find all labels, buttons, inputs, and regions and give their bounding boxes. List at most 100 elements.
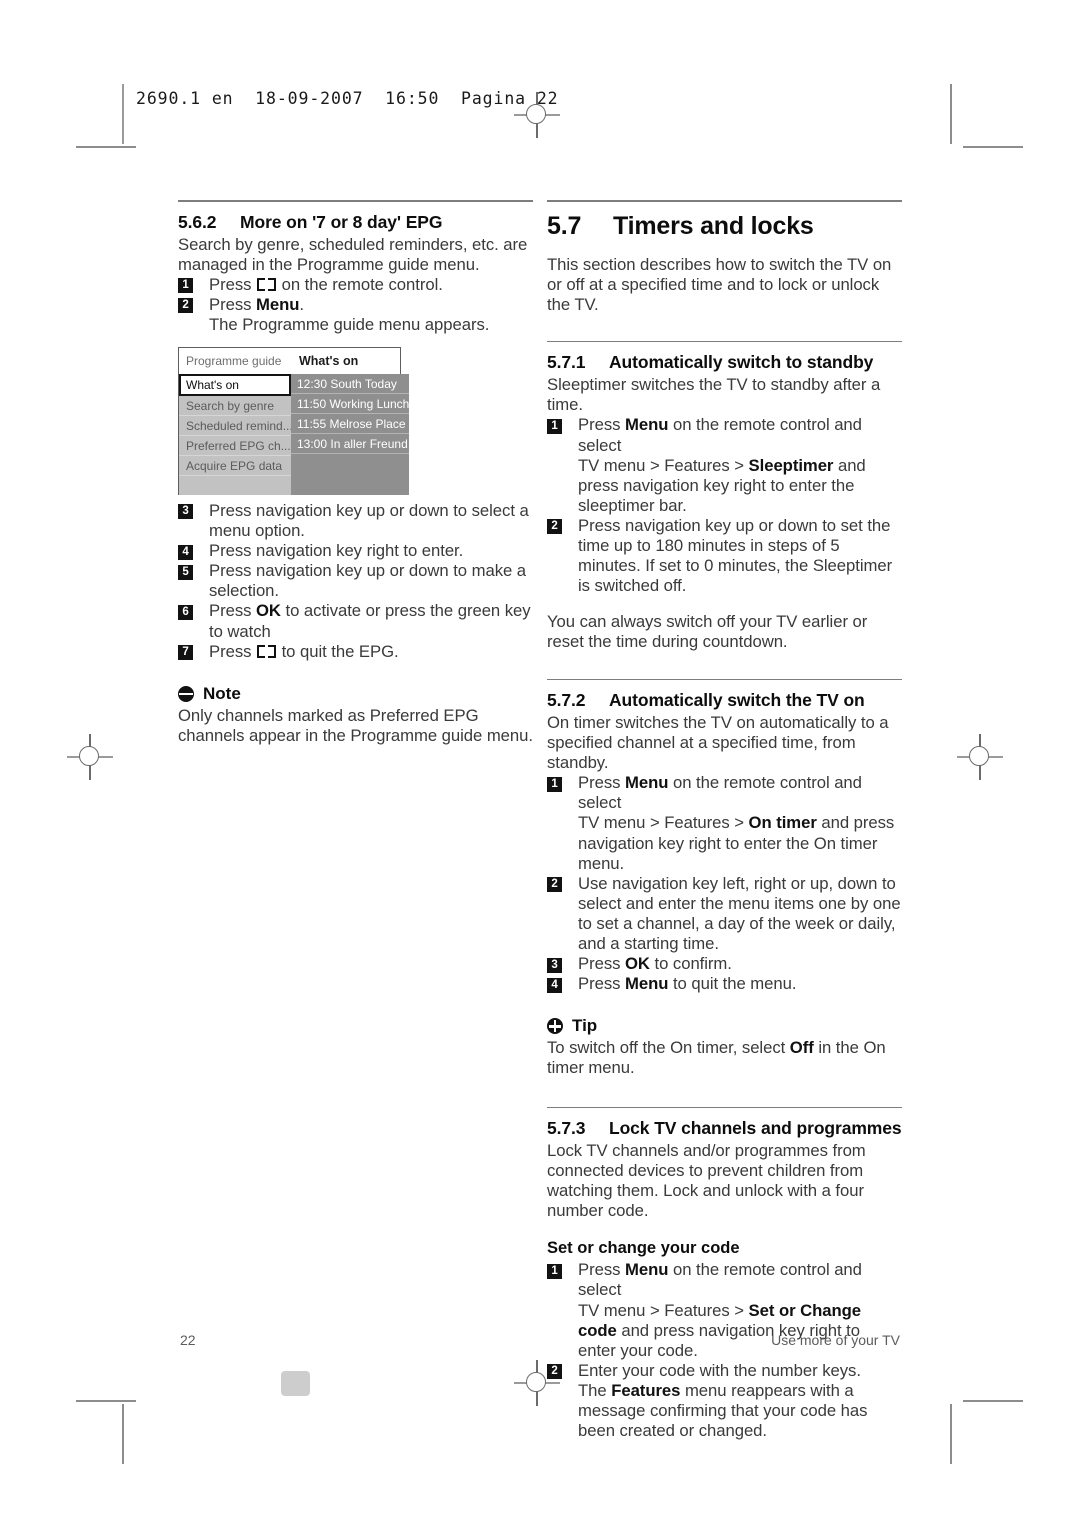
note-icon — [178, 685, 194, 702]
menu-key-label: Menu — [625, 1260, 669, 1280]
epg-menu-item-scheduled-reminders[interactable]: Scheduled remind... — [179, 416, 291, 436]
section-571-steps: Press Menu on the remote control and sel… — [547, 415, 902, 596]
epg-programme-item[interactable]: 12:30 South Today — [291, 374, 410, 394]
step-text: Press navigation key up or down to selec… — [209, 500, 529, 541]
crop-mark-bottom-left-vertical — [122, 1404, 124, 1464]
epg-menu-item-preferred-epg-channels[interactable]: Preferred EPG ch... — [179, 436, 291, 456]
tip-callout: Tip To switch off the On timer, select O… — [547, 1016, 902, 1078]
step-continuation: The Features menu reappears with a messa… — [578, 1381, 902, 1441]
page-number: 22 — [180, 1332, 196, 1348]
step-text: TV menu > Features > — [578, 1300, 749, 1320]
epg-menu-item-search-by-genre[interactable]: Search by genre — [179, 396, 291, 416]
section-573-intro: Lock TV channels and/or programmes from … — [547, 1141, 866, 1221]
note-text: Only channels marked as Preferred EPG ch… — [178, 705, 533, 745]
section-573-steps: Press Menu on the remote control and sel… — [547, 1260, 902, 1441]
step-continuation: TV menu > Features > Set or Change code … — [578, 1301, 902, 1361]
tip-icon — [547, 1018, 563, 1035]
chapter-footer-label: Use more of your TV — [771, 1332, 900, 1348]
chapter-divider — [547, 200, 902, 202]
step-text: to quit the EPG. — [277, 641, 399, 661]
section-571-intro: Sleeptimer switches the TV to standby af… — [547, 375, 881, 415]
chapter-57-number: 5.7 — [547, 211, 582, 240]
section-571-outro: You can always switch off your TV earlie… — [547, 612, 868, 652]
crop-mark-bottom-right-horizontal — [963, 1400, 1023, 1402]
step-item: Use navigation key left, right or up, do… — [547, 874, 902, 954]
section-571-number: 5.7.1 — [547, 352, 586, 373]
sleeptimer-menu-label: Sleeptimer — [748, 455, 834, 475]
note-heading: Note — [178, 684, 533, 704]
step-item: Press Menu to quit the menu. — [547, 974, 902, 994]
note-label: Note — [203, 683, 241, 703]
section-571-title: Automatically switch to standby — [609, 352, 874, 373]
step-text: Press — [209, 601, 256, 621]
epg-menu-item-acquire-epg-data[interactable]: Acquire EPG data — [179, 456, 291, 476]
crop-mark-top-left-horizontal — [76, 146, 136, 148]
step-text: Press — [578, 1260, 625, 1280]
section-572-intro: On timer switches the TV on automaticall… — [547, 713, 889, 773]
epg-programme-list: 12:30 South Today 11:50 Working Lunch 11… — [291, 374, 410, 495]
section-573-heading: 5.7.3 Lock TV channels and programmes — [547, 1118, 902, 1139]
tip-label: Tip — [572, 1016, 598, 1036]
step-text: TV menu > Features > — [578, 813, 749, 833]
step-continuation: The Programme guide menu appears. — [209, 314, 490, 334]
epg-programme-item[interactable]: 13:00 In aller Freund — [291, 434, 410, 454]
epg-title-left: Programme guide — [186, 353, 282, 368]
print-slug: 2690.1 en 18-09-2007 16:50 Pagina 22 — [136, 89, 559, 108]
book-icon — [257, 644, 276, 658]
crop-mark-top-right-vertical — [950, 84, 952, 144]
chapter-57-title: Timers and locks — [613, 211, 814, 240]
step-text: Press — [578, 773, 625, 793]
step-item: Press navigation key right to enter. — [178, 541, 533, 561]
epg-menu-list: What's on Search by genre Scheduled remi… — [179, 374, 291, 495]
epg-programme-item[interactable]: 11:55 Melrose Place — [291, 414, 410, 434]
step-text: Press — [578, 974, 625, 994]
step-item: Press OK to activate or press the green … — [178, 601, 533, 641]
step-item: Press navigation key up or down to make … — [178, 561, 533, 601]
step-text: Press navigation key right to enter. — [209, 541, 464, 561]
epg-menu-item-whats-on[interactable]: What's on — [179, 374, 291, 396]
chapter-57-intro: This section describes how to switch the… — [547, 254, 892, 314]
section-572-number: 5.7.2 — [547, 690, 586, 710]
section-573-divider — [547, 1106, 902, 1108]
book-icon — [257, 277, 276, 291]
menu-key-label: Menu — [625, 415, 669, 435]
step-text: Press — [578, 415, 625, 435]
step-item: Press navigation key up or down to set t… — [547, 516, 902, 596]
registration-mark-left — [67, 734, 113, 780]
step-text: Enter your code with the number keys. — [578, 1360, 861, 1380]
crop-mark-bottom-right-vertical — [950, 1404, 952, 1464]
slug-divider — [122, 84, 124, 144]
epg-programme-item[interactable]: 11:50 Working Lunch — [291, 394, 410, 414]
step-item: Press Menu on the remote control and sel… — [547, 773, 902, 873]
section-562-number: 5.6.2 — [178, 211, 217, 232]
epg-screenshot-mockup: Programme guide What's on What's on Sear… — [178, 347, 410, 495]
menu-key-label: Menu — [625, 974, 669, 994]
section-572-heading: 5.7.2 Automatically switch the TV on — [547, 690, 902, 711]
step-item: Press navigation key up or down to selec… — [178, 501, 533, 541]
epg-title-bar: Programme guide What's on — [179, 348, 400, 374]
section-573-title: Lock TV channels and programmes — [609, 1118, 902, 1138]
step-text: . — [299, 294, 304, 314]
note-callout: Note Only channels marked as Preferred E… — [178, 684, 533, 746]
tip-heading: Tip — [547, 1016, 902, 1036]
menu-key-label: Menu — [625, 773, 669, 793]
step-text: Press — [209, 274, 256, 294]
section-572-divider — [547, 678, 902, 680]
section-573-number: 5.7.3 — [547, 1118, 586, 1138]
off-option-label: Off — [789, 1038, 814, 1058]
section-572-steps: Press Menu on the remote control and sel… — [547, 773, 902, 994]
features-menu-label: Features — [611, 1380, 681, 1400]
step-text: Use navigation key left, right or up, do… — [578, 873, 901, 954]
section-divider — [178, 200, 533, 202]
section-572-title: Automatically switch the TV on — [609, 690, 865, 710]
section-562-title: More on '7 or 8 day' EPG — [240, 211, 443, 232]
step-text: Press navigation key up or down to make … — [209, 561, 527, 601]
step-continuation: TV menu > Features > On timer and press … — [578, 813, 902, 873]
on-timer-menu-label: On timer — [748, 813, 817, 833]
registration-mark-right — [957, 734, 1003, 780]
step-text: Press — [209, 294, 256, 314]
section-562-steps-continued: Press navigation key up or down to selec… — [178, 501, 533, 662]
step-text: on the remote control. — [277, 274, 443, 294]
